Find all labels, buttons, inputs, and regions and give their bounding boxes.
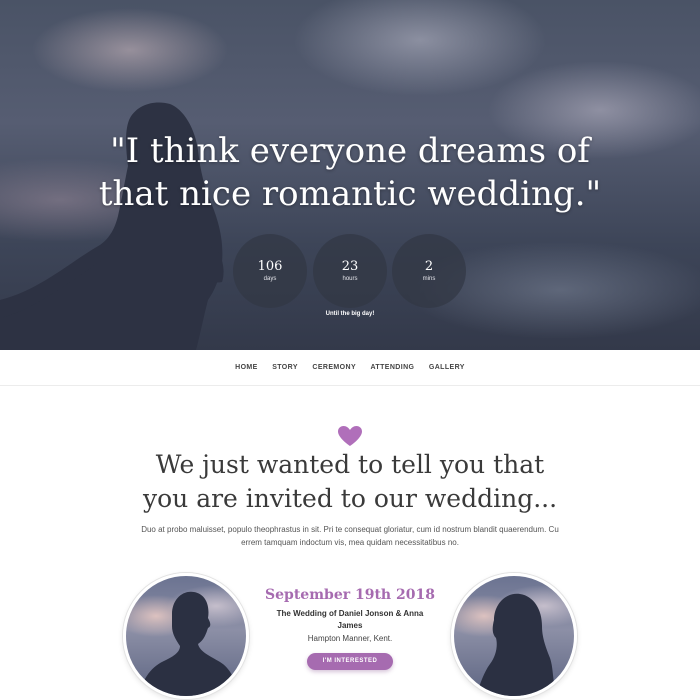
- event-date: September 19th 2018: [265, 587, 435, 603]
- invite-body: Duo at probo maluisset, populo theophras…: [141, 525, 559, 547]
- invite-heading: We just wanted to tell you that you are …: [0, 448, 700, 516]
- hero-quote-line1: "I think everyone dreams of: [110, 131, 590, 171]
- event-location: Hampton Manner, Kent.: [307, 634, 393, 643]
- bride-portrait-silhouette: [476, 593, 558, 696]
- nav-item-ceremony[interactable]: CEREMONY: [312, 350, 356, 386]
- countdown-days-unit: days: [263, 276, 277, 282]
- countdown-mins-value: 2: [424, 259, 434, 274]
- countdown-days: 106 days: [233, 234, 307, 308]
- interested-button[interactable]: I'M INTERESTED: [307, 653, 393, 670]
- invite-heading-line2: you are invited to our wedding...: [142, 484, 558, 513]
- hero-quote: "I think everyone dreams of that nice ro…: [0, 130, 700, 216]
- countdown-hours: 23 hours: [313, 234, 387, 308]
- event-title: The Wedding of Daniel Jonson & Anna Jame…: [276, 609, 424, 630]
- bride-portrait: [451, 573, 577, 699]
- countdown-days-value: 106: [257, 259, 283, 274]
- nav-item-gallery[interactable]: GALLERY: [429, 350, 465, 386]
- nav-item-home[interactable]: HOME: [235, 350, 258, 386]
- countdown-caption: Until the big day!: [325, 311, 375, 317]
- countdown-mins: 2 mins: [392, 234, 466, 308]
- countdown-hours-unit: hours: [342, 276, 358, 282]
- hero-quote-line2: that nice romantic wedding.": [98, 174, 602, 214]
- main-nav: HOME STORY CEREMONY ATTENDING GALLERY: [0, 350, 700, 386]
- heart-icon: [338, 426, 362, 446]
- countdown: 106 days 23 hours 2 mins: [0, 234, 700, 310]
- groom-portrait: [123, 573, 249, 699]
- countdown-mins-unit: mins: [422, 276, 436, 282]
- invite-heading-line1: We just wanted to tell you that: [155, 450, 545, 479]
- nav-item-attending[interactable]: ATTENDING: [370, 350, 414, 386]
- hero-banner: "I think everyone dreams of that nice ro…: [0, 0, 700, 350]
- groom-silhouette: [140, 591, 238, 696]
- nav-item-story[interactable]: STORY: [272, 350, 298, 386]
- countdown-hours-value: 23: [341, 259, 359, 274]
